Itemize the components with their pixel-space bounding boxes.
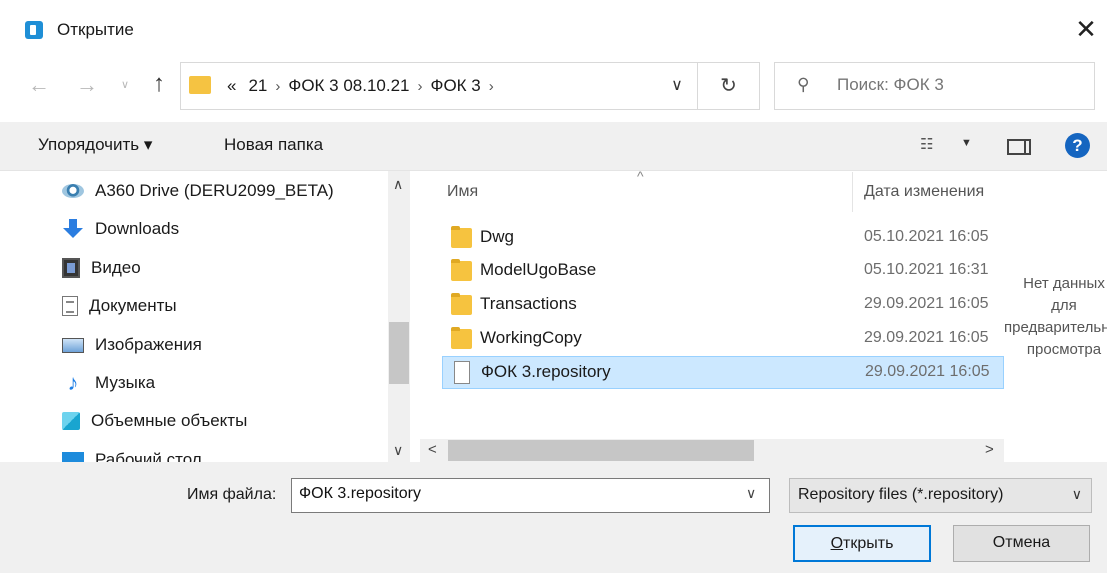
- scroll-left-icon[interactable]: <: [428, 441, 437, 458]
- document-icon: [454, 361, 470, 384]
- breadcrumb: « 21 › ФОК 3 08.10.21 › ФОК 3 ›: [221, 76, 496, 96]
- file-row[interactable]: WorkingCopy 29.09.2021 16:05: [442, 323, 1004, 356]
- breadcrumb-item[interactable]: ФОК 3 08.10.21: [282, 76, 415, 96]
- documents-icon: [62, 296, 78, 316]
- sidebar-item-label: Рабочий стол: [95, 450, 202, 462]
- sidebar-item-label: Downloads: [95, 219, 180, 238]
- breadcrumb-item[interactable]: 21: [242, 76, 273, 96]
- file-name: WorkingCopy: [480, 328, 582, 347]
- up-button[interactable]: ↑: [146, 70, 172, 98]
- 3d-objects-icon: [62, 412, 80, 430]
- sidebar-item-3d-objects[interactable]: Объемные объекты: [62, 402, 247, 440]
- organize-button[interactable]: Упорядочить ▾: [38, 135, 152, 155]
- toolbar: Упорядочить ▾ Новая папка ☷ ▼ ?: [0, 122, 1107, 171]
- file-row[interactable]: Dwg 05.10.2021 16:05: [442, 222, 1004, 255]
- search-box[interactable]: ⚲: [774, 62, 1095, 110]
- music-icon: ♪: [67, 370, 79, 395]
- address-bar[interactable]: « 21 › ФОК 3 08.10.21 › ФОК 3 › ∨: [180, 62, 698, 110]
- open-button[interactable]: Открыть: [793, 525, 931, 562]
- sidebar-item-label: Изображения: [95, 335, 202, 354]
- sidebar-item-music[interactable]: ♪ Музыка: [62, 364, 156, 402]
- back-button[interactable]: ←: [24, 72, 54, 98]
- folder-icon: [189, 76, 211, 94]
- help-icon[interactable]: ?: [1065, 133, 1090, 158]
- file-date: 29.09.2021 16:05: [864, 329, 989, 346]
- sidebar-item-documents[interactable]: Документы: [62, 287, 177, 325]
- chevron-down-icon: ∨: [1071, 486, 1082, 502]
- file-row-selected[interactable]: ФОК 3.repository 29.09.2021 16:05: [442, 356, 1004, 389]
- breadcrumb-overflow[interactable]: «: [221, 76, 242, 96]
- sidebar-item-desktop[interactable]: Рабочий стол: [62, 441, 202, 462]
- sort-ascending-icon: ^: [637, 168, 644, 184]
- view-dropdown-icon[interactable]: ▼: [961, 137, 972, 149]
- new-folder-button[interactable]: Новая папка: [224, 135, 323, 155]
- sidebar-item-a360-drive[interactable]: A360 Drive (DERU2099_BETA): [62, 172, 334, 210]
- preview-placeholder-text: Нет данных для предварительного просмотр…: [1004, 275, 1107, 358]
- filename-label: Имя файла:: [187, 486, 277, 503]
- folder-icon: [451, 226, 472, 248]
- file-date: 05.10.2021 16:31: [864, 261, 989, 278]
- breadcrumb-separator-icon[interactable]: ›: [416, 78, 425, 95]
- sidebar-item-label: A360 Drive (DERU2099_BETA): [95, 181, 334, 200]
- scroll-right-icon[interactable]: >: [985, 441, 994, 458]
- sidebar-item-video[interactable]: Видео: [62, 249, 141, 287]
- a360-drive-icon: [62, 184, 84, 198]
- desktop-icon: [62, 452, 84, 462]
- folder-icon: [451, 293, 472, 315]
- folder-icon: [451, 259, 472, 281]
- file-name: ModelUgoBase: [480, 260, 597, 279]
- address-dropdown-button[interactable]: ∨: [667, 75, 687, 95]
- sidebar-item-label: Музыка: [95, 373, 156, 392]
- sidebar-item-label: Объемные объекты: [91, 411, 248, 430]
- filetype-value: Repository files (*.repository): [798, 486, 1004, 503]
- cancel-button[interactable]: Отмена: [953, 525, 1090, 562]
- file-date: 29.09.2021 16:05: [865, 363, 990, 380]
- file-row[interactable]: Transactions 29.09.2021 16:05: [442, 289, 1004, 322]
- images-icon: [62, 337, 84, 353]
- close-button[interactable]: ✕: [1066, 12, 1106, 48]
- file-row[interactable]: ModelUgoBase 05.10.2021 16:31: [442, 255, 1004, 288]
- scroll-up-icon[interactable]: ∧: [393, 176, 403, 193]
- search-icon: ⚲: [797, 75, 810, 94]
- column-header-date[interactable]: Дата изменения: [864, 183, 1004, 201]
- file-date: 05.10.2021 16:05: [864, 228, 989, 245]
- open-button-label: ткрыть: [843, 535, 894, 552]
- scrollbar-thumb[interactable]: [389, 322, 409, 384]
- sidebar-item-label: Документы: [89, 296, 177, 315]
- scroll-down-icon[interactable]: ∨: [393, 442, 403, 459]
- search-input[interactable]: [837, 75, 1077, 95]
- refresh-button[interactable]: ↻: [698, 62, 760, 110]
- file-name: Dwg: [480, 227, 515, 246]
- column-header-name[interactable]: Имя: [447, 183, 478, 201]
- file-date: 29.09.2021 16:05: [864, 295, 989, 312]
- navigation-pane: A360 Drive (DERU2099_BETA) Downloads Вид…: [0, 171, 410, 462]
- sidebar-item-label: Видео: [91, 258, 141, 277]
- breadcrumb-separator-icon[interactable]: ›: [487, 78, 496, 95]
- app-icon: [25, 21, 43, 39]
- sidebar-item-downloads[interactable]: Downloads: [62, 210, 179, 248]
- navigation-scrollbar[interactable]: [388, 171, 410, 462]
- column-divider[interactable]: [852, 172, 853, 212]
- breadcrumb-item[interactable]: ФОК 3: [425, 76, 487, 96]
- filename-input[interactable]: [299, 485, 729, 503]
- forward-button[interactable]: →: [72, 72, 102, 98]
- file-name: Transactions: [480, 294, 577, 313]
- filename-combobox[interactable]: [291, 478, 770, 513]
- preview-pane-button[interactable]: [1007, 139, 1031, 155]
- filetype-select[interactable]: Repository files (*.repository) ∨: [789, 478, 1092, 513]
- downloads-icon: [62, 219, 84, 239]
- title-bar: [0, 0, 1107, 58]
- breadcrumb-separator-icon[interactable]: ›: [273, 78, 282, 95]
- open-button-accesskey: О: [830, 535, 844, 552]
- view-options-icon[interactable]: ☷: [920, 135, 933, 153]
- video-icon: [62, 258, 80, 278]
- sidebar-item-images[interactable]: Изображения: [62, 326, 202, 364]
- window-title: Открытие: [57, 20, 134, 39]
- filename-dropdown-icon[interactable]: ∨: [746, 485, 756, 502]
- folder-icon: [451, 327, 472, 349]
- scrollbar-thumb[interactable]: [448, 440, 754, 461]
- recent-locations-button[interactable]: ∨: [115, 78, 135, 91]
- file-name: ФОК 3.repository: [481, 362, 611, 381]
